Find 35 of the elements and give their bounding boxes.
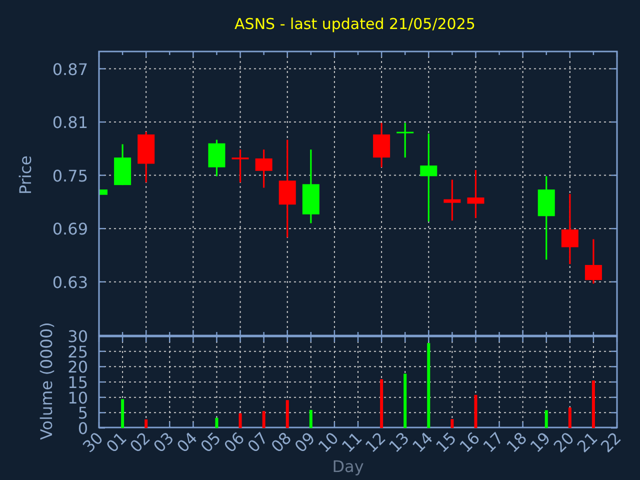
candlestick [99, 190, 108, 195]
candlestick [255, 150, 272, 188]
candlestick [114, 144, 132, 186]
candlestick [232, 150, 249, 182]
tick-label: 0.69 [52, 220, 88, 239]
volume-bar [380, 379, 384, 428]
volume-bar [262, 411, 266, 428]
candlestick [373, 122, 390, 168]
volume-bar [592, 380, 595, 428]
tick-label: 0.63 [52, 272, 88, 292]
chart-title: ASNS - last updated 21/05/2025 [234, 15, 476, 33]
volume-bar [474, 394, 478, 428]
candlestick [467, 170, 484, 218]
volume-bar [404, 374, 407, 428]
volume-bar [309, 410, 312, 428]
volume-bar [238, 413, 242, 428]
axis-label: Day [332, 457, 364, 476]
candlestick [584, 239, 602, 284]
candlestick [208, 140, 226, 176]
tick-label: 0.87 [52, 60, 88, 79]
volume-bar [215, 418, 218, 428]
candlestick [138, 132, 155, 182]
axis-label: Price [16, 155, 35, 195]
volume-bar [450, 419, 454, 428]
candlestick [444, 180, 461, 221]
volume-bar [121, 399, 124, 428]
candlestick [396, 122, 414, 158]
volume-bar [568, 407, 572, 428]
tick-label: 0.75 [52, 166, 88, 186]
volume-bar [286, 400, 289, 428]
volume-bar [544, 410, 548, 428]
tick-label: 0.81 [52, 113, 88, 132]
volume-bar [144, 419, 148, 428]
candlestick [561, 194, 578, 264]
axis-label: Volume (0000) [37, 322, 56, 440]
